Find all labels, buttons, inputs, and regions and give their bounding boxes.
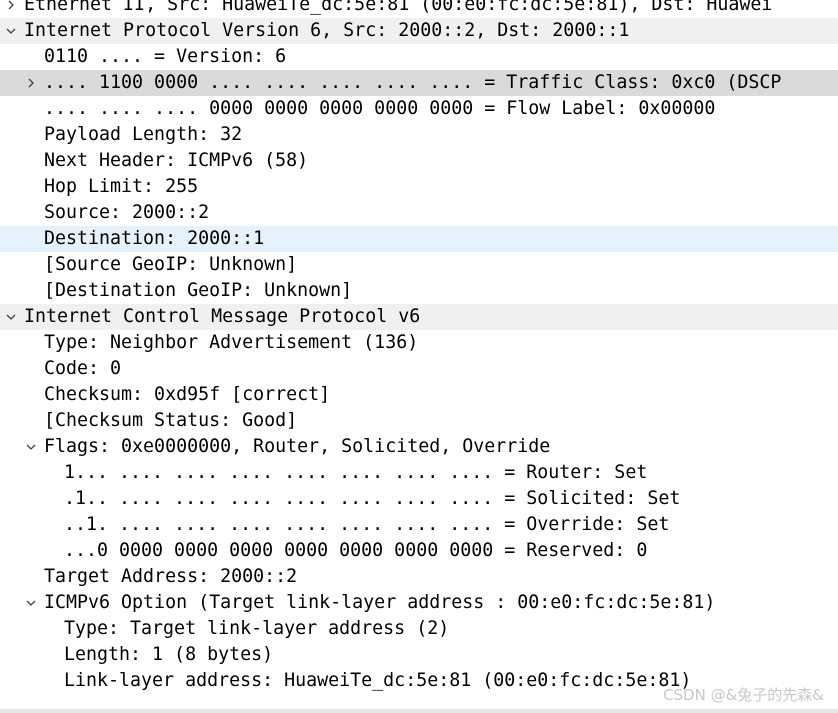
chevron-down-icon[interactable] bbox=[4, 304, 18, 330]
chevron-down-icon[interactable] bbox=[24, 434, 38, 460]
tree-row-label: Internet Control Message Protocol v6 bbox=[24, 306, 421, 327]
chevron-down-icon[interactable] bbox=[4, 18, 18, 44]
tree-row-flag-router[interactable]: 1... .... .... .... .... .... .... .... … bbox=[0, 460, 838, 486]
tree-row-label: 1... .... .... .... .... .... .... .... … bbox=[64, 462, 648, 483]
tree-row-label: [Destination GeoIP: Unknown] bbox=[44, 280, 353, 301]
tree-row-ipv6-source[interactable]: Source: 2000::2 bbox=[0, 200, 838, 226]
tree-row-icmpv6-type[interactable]: Type: Neighbor Advertisement (136) bbox=[0, 330, 838, 356]
tree-row-label: Hop Limit: 255 bbox=[44, 176, 199, 197]
tree-row-ipv6-source-geoip[interactable]: [Source GeoIP: Unknown] bbox=[0, 252, 838, 278]
tree-row-flag-override[interactable]: ..1. .... .... .... .... .... .... .... … bbox=[0, 512, 838, 538]
tree-row-ethernet[interactable]: Ethernet II, Src: HuaweiTe_dc:5e:81 (00:… bbox=[0, 0, 838, 18]
tree-row-ipv6[interactable]: Internet Protocol Version 6, Src: 2000::… bbox=[0, 18, 838, 44]
tree-row-icmpv6-code[interactable]: Code: 0 bbox=[0, 356, 838, 382]
packet-details-tree: Ethernet II, Src: HuaweiTe_dc:5e:81 (00:… bbox=[0, 0, 838, 694]
tree-row-label: ICMPv6 Option (Target link-layer address… bbox=[44, 592, 716, 613]
tree-row-label: .... .... .... 0000 0000 0000 0000 0000 … bbox=[44, 98, 716, 119]
tree-row-option-length[interactable]: Length: 1 (8 bytes) bbox=[0, 642, 838, 668]
tree-row-label: 0110 .... = Version: 6 bbox=[44, 46, 287, 67]
tree-row-label: Destination: 2000::1 bbox=[44, 228, 265, 249]
tree-row-label: Ethernet II, Src: HuaweiTe_dc:5e:81 (00:… bbox=[24, 0, 773, 15]
tree-row-ipv6-hop-limit[interactable]: Hop Limit: 255 bbox=[0, 174, 838, 200]
watermark: CSDN @&兔子的先森& bbox=[663, 686, 824, 704]
tree-row-label: Type: Target link-layer address (2) bbox=[64, 618, 450, 639]
tree-row-label: Length: 1 (8 bytes) bbox=[64, 644, 274, 665]
tree-row-option-type[interactable]: Type: Target link-layer address (2) bbox=[0, 616, 838, 642]
tree-row-icmpv6[interactable]: Internet Control Message Protocol v6 bbox=[0, 304, 838, 330]
tree-row-ipv6-flow-label[interactable]: .... .... .... 0000 0000 0000 0000 0000 … bbox=[0, 96, 838, 122]
tree-row-label: [Source GeoIP: Unknown] bbox=[44, 254, 298, 275]
tree-row-label: .1.. .... .... .... .... .... .... .... … bbox=[64, 488, 681, 509]
tree-row-icmpv6-target-address[interactable]: Target Address: 2000::2 bbox=[0, 564, 838, 590]
chevron-right-icon[interactable] bbox=[24, 70, 38, 96]
tree-row-ipv6-payload-length[interactable]: Payload Length: 32 bbox=[0, 122, 838, 148]
tree-row-label: ...0 0000 0000 0000 0000 0000 0000 0000 … bbox=[64, 540, 648, 561]
tree-row-label: Payload Length: 32 bbox=[44, 124, 243, 145]
tree-row-ipv6-traffic-class[interactable]: .... 1100 0000 .... .... .... .... .... … bbox=[0, 70, 838, 96]
tree-row-label: Link-layer address: HuaweiTe_dc:5e:81 (0… bbox=[64, 670, 692, 691]
tree-row-label: Source: 2000::2 bbox=[44, 202, 210, 223]
tree-row-flag-reserved[interactable]: ...0 0000 0000 0000 0000 0000 0000 0000 … bbox=[0, 538, 838, 564]
tree-row-label: Code: 0 bbox=[44, 358, 122, 379]
tree-row-label: Flags: 0xe0000000, Router, Solicited, Ov… bbox=[44, 436, 551, 457]
tree-row-label: Target Address: 2000::2 bbox=[44, 566, 298, 587]
tree-row-ipv6-version[interactable]: 0110 .... = Version: 6 bbox=[0, 44, 838, 70]
tree-row-label: ..1. .... .... .... .... .... .... .... … bbox=[64, 514, 670, 535]
tree-row-label: Checksum: 0xd95f [correct] bbox=[44, 384, 331, 405]
tree-row-label: Type: Neighbor Advertisement (136) bbox=[44, 332, 419, 353]
tree-row-label: Internet Protocol Version 6, Src: 2000::… bbox=[24, 20, 630, 41]
tree-row-icmpv6-checksum[interactable]: Checksum: 0xd95f [correct] bbox=[0, 382, 838, 408]
tree-row-icmpv6-flags[interactable]: Flags: 0xe0000000, Router, Solicited, Ov… bbox=[0, 434, 838, 460]
horizontal-scrollbar[interactable] bbox=[0, 709, 838, 713]
tree-row-label: Next Header: ICMPv6 (58) bbox=[44, 150, 309, 171]
chevron-down-icon[interactable] bbox=[24, 590, 38, 616]
tree-row-flag-solicited[interactable]: .1.. .... .... .... .... .... .... .... … bbox=[0, 486, 838, 512]
tree-row-ipv6-destination-geoip[interactable]: [Destination GeoIP: Unknown] bbox=[0, 278, 838, 304]
tree-row-label: [Checksum Status: Good] bbox=[44, 410, 298, 431]
tree-row-label: .... 1100 0000 .... .... .... .... .... … bbox=[44, 72, 782, 93]
tree-row-icmpv6-option[interactable]: ICMPv6 Option (Target link-layer address… bbox=[0, 590, 838, 616]
tree-row-icmpv6-checksum-status[interactable]: [Checksum Status: Good] bbox=[0, 408, 838, 434]
chevron-right-icon[interactable] bbox=[4, 0, 18, 18]
tree-row-ipv6-next-header[interactable]: Next Header: ICMPv6 (58) bbox=[0, 148, 838, 174]
tree-row-ipv6-destination[interactable]: Destination: 2000::1 bbox=[0, 226, 838, 252]
